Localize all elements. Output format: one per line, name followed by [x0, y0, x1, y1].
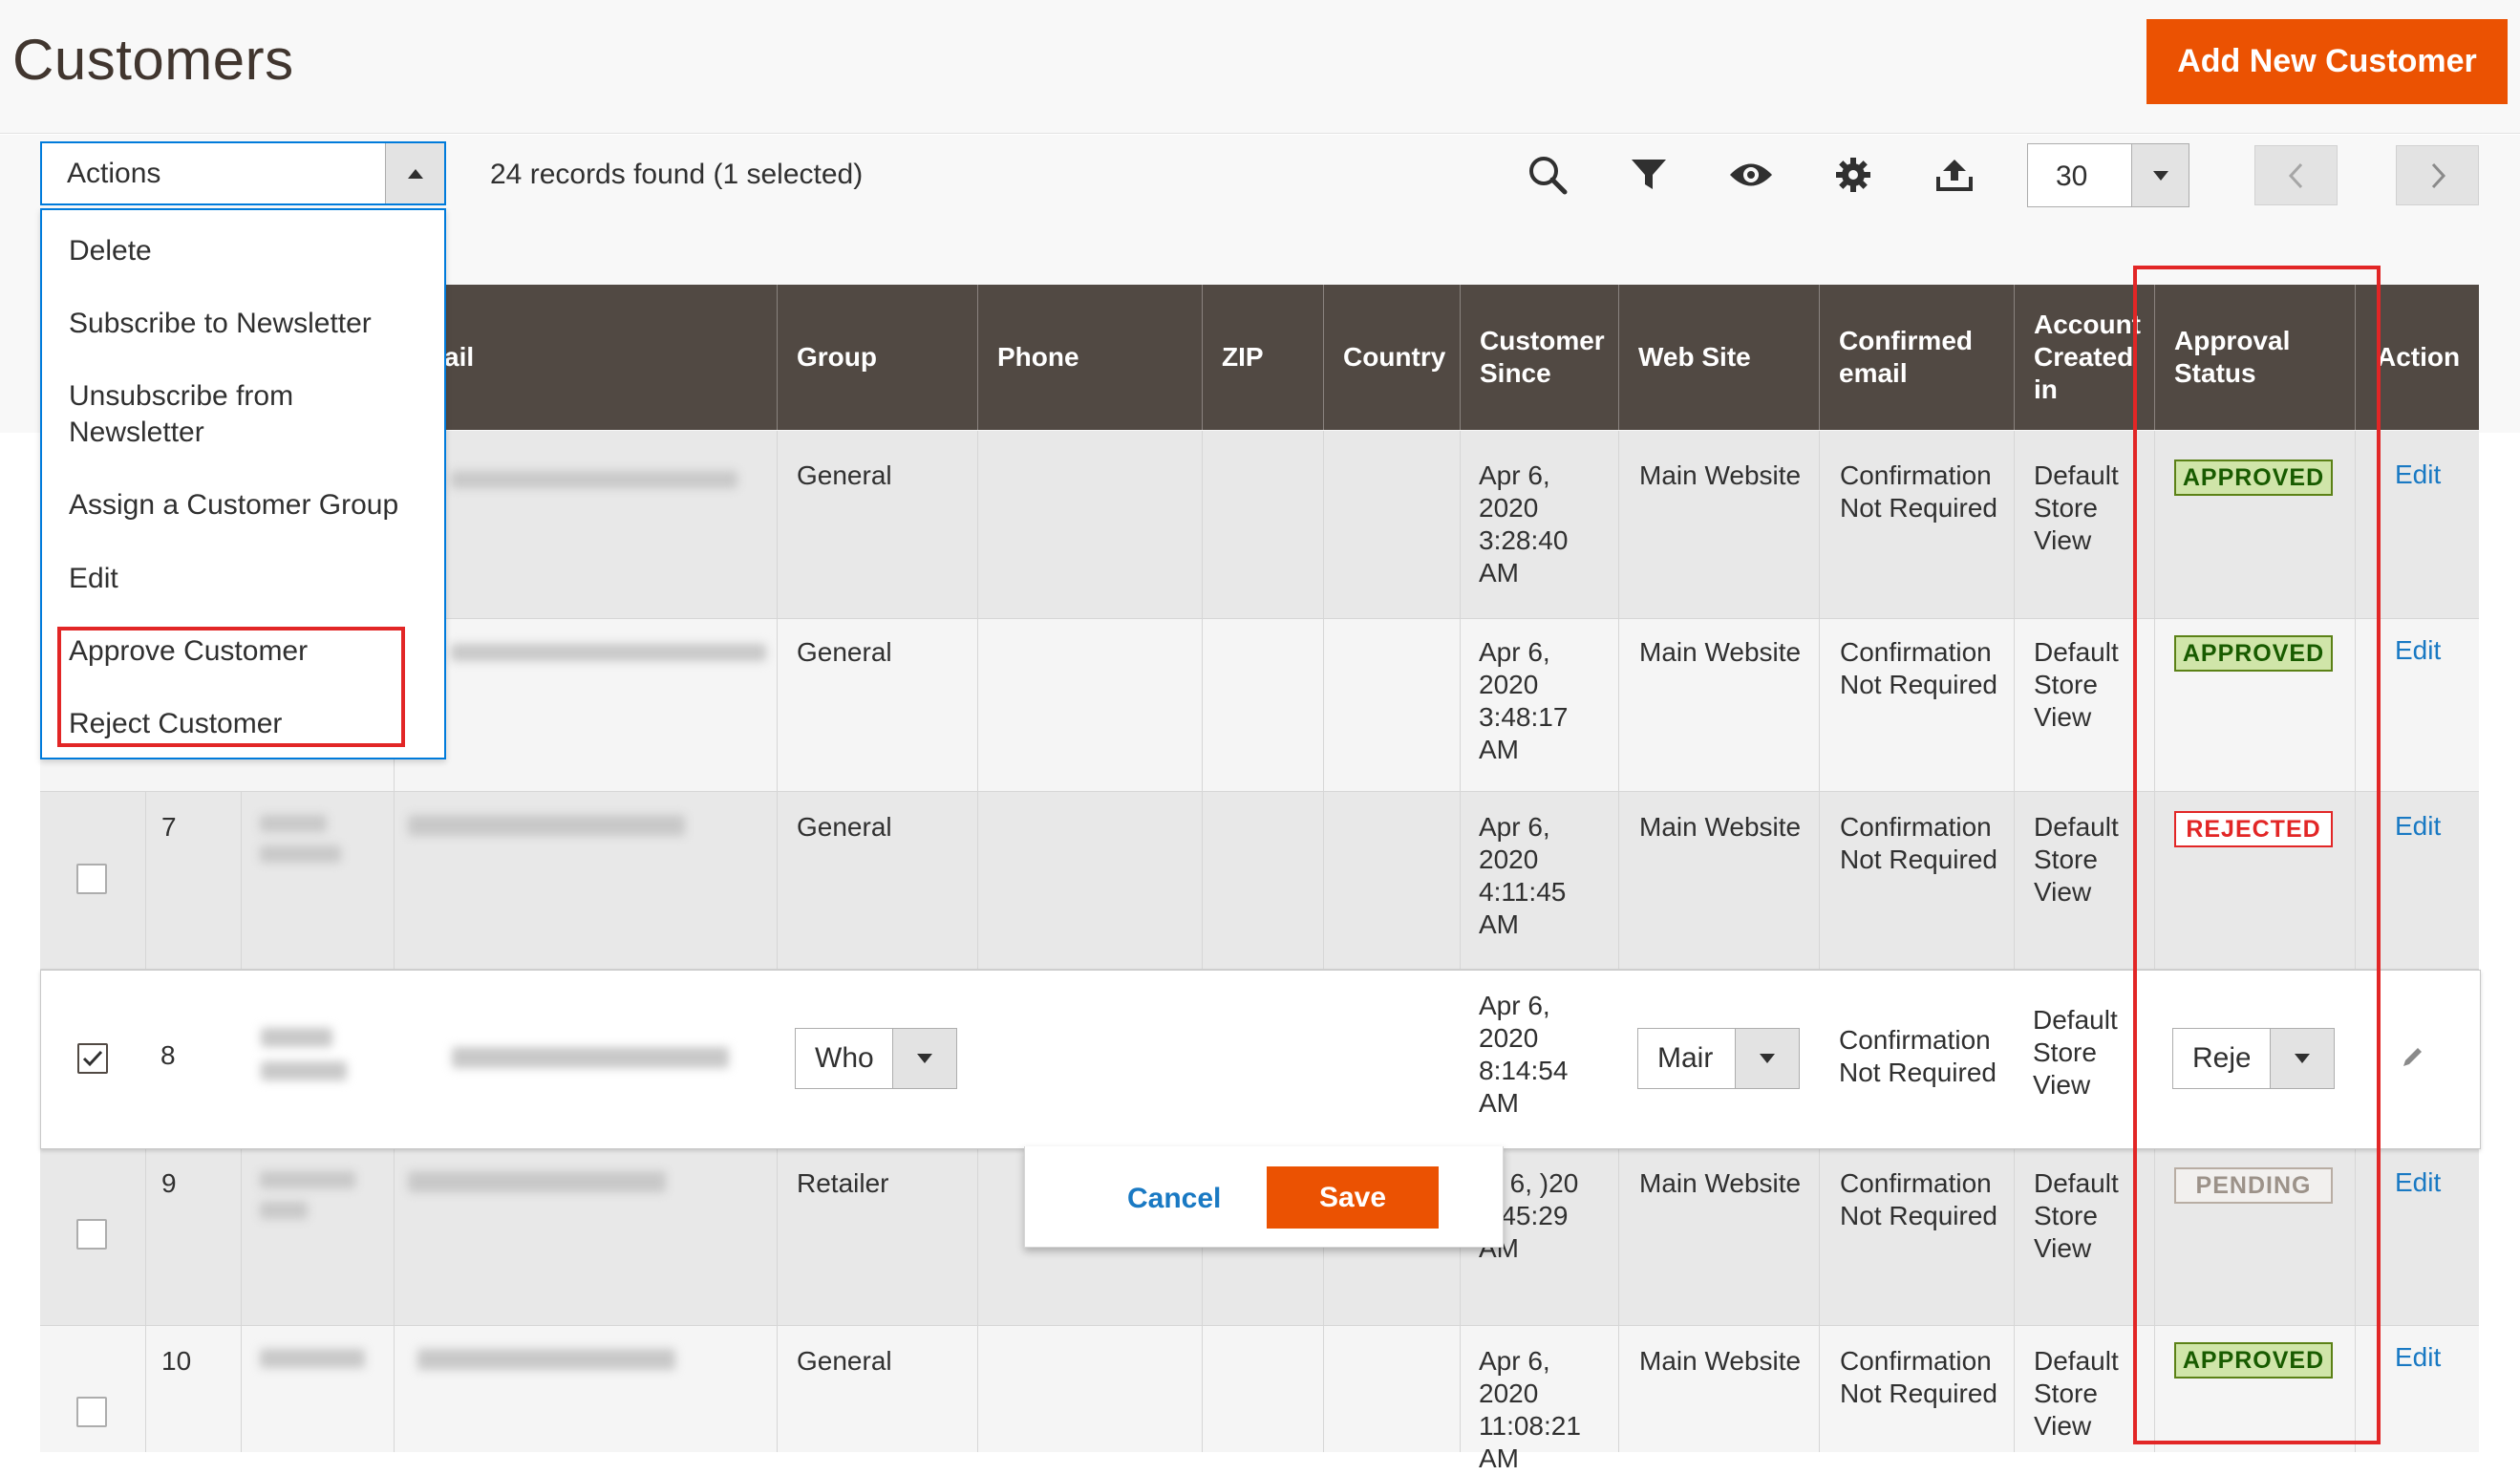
menu-item-delete[interactable]: Delete [69, 233, 432, 269]
gear-icon[interactable] [1829, 151, 1877, 199]
eye-icon[interactable] [1727, 151, 1775, 199]
column-phone[interactable]: Phone [977, 285, 1202, 430]
cell-id: 10 [161, 1346, 192, 1376]
pencil-icon[interactable] [2400, 1043, 2426, 1075]
chevron-down-icon [1760, 1054, 1775, 1063]
cell-web-site: Main Website [1639, 1346, 1802, 1376]
edit-link[interactable]: Edit [2395, 1342, 2441, 1373]
cell-id: 7 [161, 812, 177, 842]
cell-account-created-in: Default Store View [2034, 460, 2119, 555]
menu-item-unsubscribe[interactable]: Unsubscribe from Newsletter [69, 378, 336, 451]
row-checkbox[interactable] [76, 864, 107, 894]
cell-group: General [797, 812, 892, 842]
cell-web-site: Main Website [1639, 812, 1802, 842]
save-button[interactable]: Save [1267, 1166, 1439, 1229]
approval-status-highlight-box [2133, 266, 2381, 1444]
cell-account-created-in: Default Store View [2034, 637, 2119, 732]
cell-confirmed-email: Confirmation Not Required [1840, 1346, 1997, 1408]
chevron-down-icon [917, 1054, 932, 1063]
group-inline-select[interactable]: Who [795, 1028, 957, 1089]
cancel-button[interactable]: Cancel [1127, 1183, 1221, 1215]
cell-account-created-in: Default Store View [2033, 1005, 2118, 1100]
column-country[interactable]: Country [1323, 285, 1460, 430]
cell-confirmed-email: Confirmation Not Required [1840, 460, 1997, 523]
menu-item-edit[interactable]: Edit [69, 561, 432, 597]
cell-id: 8 [160, 1040, 176, 1070]
cell-web-site: Main Website [1639, 460, 1802, 490]
chevron-left-icon [2288, 162, 2302, 188]
next-page-button[interactable] [2396, 145, 2479, 205]
column-customer-since[interactable]: Customer Since [1460, 285, 1618, 430]
per-page-value: 30 [2056, 160, 2088, 192]
actions-toggle-button[interactable] [385, 143, 444, 203]
cell-customer-since: Apr 6, 2020 11:08:21 AM [1479, 1346, 1581, 1473]
table-row: 7 General Apr 6, 2020 4:11:45 AM Main We… [40, 792, 2479, 970]
column-confirmed-email[interactable]: Confirmed email [1819, 285, 2014, 430]
cell-account-created-in: Default Store View [2034, 1346, 2119, 1441]
cell-group: Retailer [797, 1168, 889, 1198]
cell-confirmed-email: Confirmation Not Required [1840, 1168, 1997, 1230]
chevron-down-icon [2152, 170, 2168, 181]
cell-customer-since: Apr 6, 2020 4:11:45 AM [1479, 812, 1567, 939]
export-icon[interactable] [1931, 151, 1978, 199]
edit-link[interactable]: Edit [2395, 811, 2441, 842]
cell-confirmed-email: Confirmation Not Required [1840, 812, 1997, 874]
cell-customer-since: Apr 6, 2020 3:28:40 AM [1479, 460, 1569, 588]
edit-link[interactable]: Edit [2395, 460, 2441, 490]
cell-confirmed-email: Confirmation Not Required [1839, 1025, 1997, 1087]
records-count: 24 records found (1 selected) [490, 159, 864, 190]
cell-account-created-in: Default Store View [2034, 812, 2119, 907]
edit-link[interactable]: Edit [2395, 635, 2441, 666]
filter-icon[interactable] [1625, 151, 1673, 199]
add-new-customer-button[interactable]: Add New Customer [2146, 19, 2508, 104]
page-title: Customers [12, 28, 294, 92]
cell-id: 9 [161, 1168, 177, 1198]
cell-group: General [797, 460, 892, 490]
row-checkbox-checked[interactable] [77, 1043, 108, 1074]
approve-reject-highlight-box [57, 627, 405, 747]
search-icon[interactable] [1524, 151, 1571, 199]
chevron-right-icon [2431, 162, 2445, 188]
table-row: 10 General Apr 6, 2020 11:08:21 AM Main … [40, 1326, 2479, 1473]
website-inline-select[interactable]: Mair [1637, 1028, 1800, 1089]
row-checkbox[interactable] [76, 1219, 107, 1250]
column-zip[interactable]: ZIP [1202, 285, 1323, 430]
row-checkbox[interactable] [76, 1397, 107, 1427]
column-group[interactable]: Group [777, 285, 977, 430]
chevron-up-icon [407, 168, 423, 179]
edit-link[interactable]: Edit [2395, 1167, 2441, 1198]
checkmark-icon [82, 1050, 103, 1067]
cell-group: General [797, 1346, 892, 1376]
page-header [0, 0, 2520, 134]
per-page-toggle[interactable] [2131, 144, 2189, 206]
menu-item-subscribe[interactable]: Subscribe to Newsletter [69, 306, 432, 342]
cell-customer-since: Apr 6, 2020 3:48:17 AM [1479, 637, 1569, 764]
cell-customer-since: Apr 6, 2020 8:14:54 AM [1479, 991, 1569, 1118]
cell-account-created-in: Default Store View [2034, 1168, 2119, 1263]
actions-label: Actions [67, 158, 161, 189]
previous-page-button[interactable] [2254, 145, 2338, 205]
menu-item-assign-group[interactable]: Assign a Customer Group [69, 487, 432, 524]
cell-web-site: Main Website [1639, 637, 1802, 667]
cell-confirmed-email: Confirmation Not Required [1840, 637, 1997, 699]
column-web-site[interactable]: Web Site [1618, 285, 1819, 430]
cell-web-site: Main Website [1639, 1168, 1802, 1198]
table-row-editing: 8 Apr 6, 2020 8:14:54 AM Confirmation No… [40, 970, 2481, 1149]
cell-group: General [797, 637, 892, 667]
